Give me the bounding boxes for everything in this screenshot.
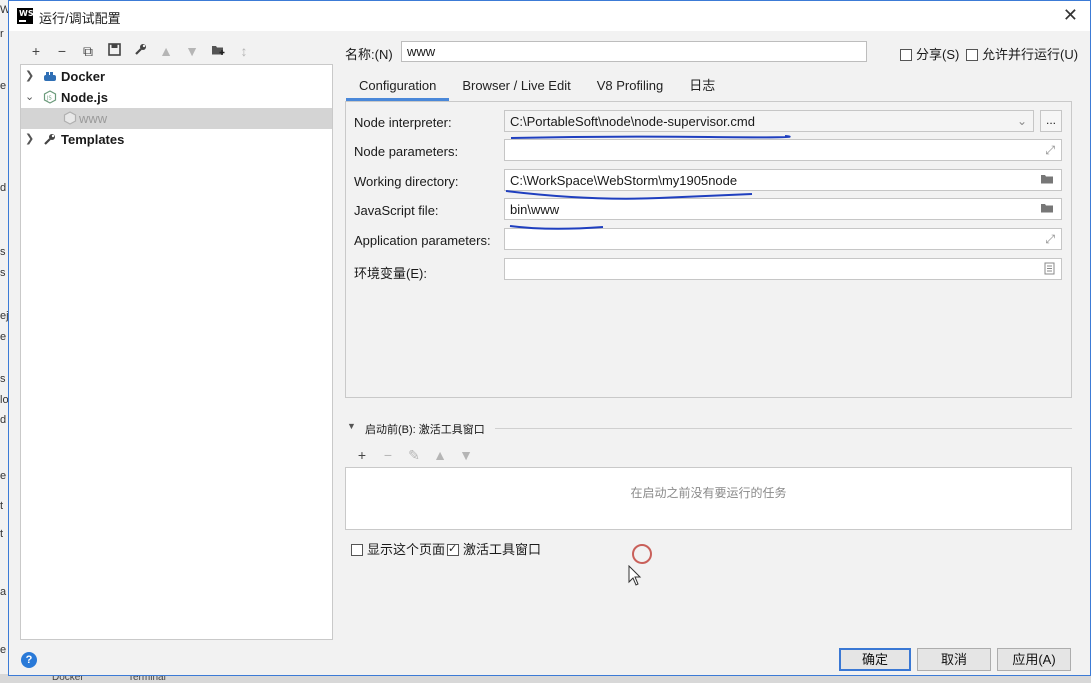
checkbox-icon[interactable]	[966, 49, 978, 61]
node-parameters-input[interactable]: ⤢	[504, 139, 1062, 161]
before-launch-task-list[interactable]: 在启动之前没有要运行的任务	[345, 467, 1072, 530]
activate-tool-window-checkbox[interactable]: 激活工具窗口	[447, 539, 541, 558]
chevron-down-icon[interactable]: ⌄	[1017, 114, 1027, 128]
empty-task-text: 在启动之前没有要运行的任务	[630, 486, 787, 500]
application-parameters-input[interactable]: ⤢	[504, 228, 1062, 250]
checkbox-icon[interactable]	[900, 49, 912, 61]
background-editor-edge: W r e d s s ej e s lo d e t t a e	[0, 0, 10, 683]
tab-v8-profiling[interactable]: V8 Profiling	[584, 73, 676, 101]
node-parameters-row: Node parameters: ⤢	[346, 139, 1071, 163]
tree-item-www[interactable]: www	[21, 108, 332, 129]
add-task-icon[interactable]: +	[349, 445, 375, 465]
node-parameters-label: Node parameters:	[354, 144, 459, 159]
application-parameters-label: Application parameters:	[354, 233, 491, 248]
svg-text:JS: JS	[46, 96, 52, 102]
expand-icon[interactable]: ⤢	[1045, 143, 1055, 158]
folder-icon[interactable]	[1040, 202, 1055, 214]
share-checkbox[interactable]: 分享(S)	[900, 44, 959, 63]
config-tabs: Configuration Browser / Live Edit V8 Pro…	[346, 73, 728, 101]
move-up-icon[interactable]: ▲	[153, 41, 179, 61]
checkbox-checked-icon[interactable]	[447, 542, 459, 556]
webstorm-logo-icon: WS	[17, 8, 34, 24]
node-interpreter-select[interactable]: C:\PortableSoft\node\node-supervisor.cmd…	[504, 110, 1034, 132]
expand-icon[interactable]: ⤢	[1045, 232, 1055, 247]
tree-item-label: Node.js	[61, 90, 108, 105]
tree-item-nodejs[interactable]: ⌄ JS Node.js	[21, 87, 332, 108]
config-name-input[interactable]: www	[401, 41, 867, 62]
apply-button[interactable]: 应用(A)	[997, 648, 1071, 671]
javascript-file-label: JavaScript file:	[354, 203, 439, 218]
node-interpreter-label: Node interpreter:	[354, 115, 452, 130]
environment-variables-row: 环境变量(E):	[346, 258, 1071, 282]
click-indicator-icon	[632, 544, 652, 564]
document-icon[interactable]	[1044, 262, 1055, 275]
working-directory-row: Working directory: C:\WorkSpace\WebStorm…	[346, 169, 1071, 193]
config-tree: ❯ Docker ⌄ JS Node.js www ❯ Templates	[20, 64, 333, 640]
configuration-form: Node interpreter: C:\PortableSoft\node\n…	[345, 101, 1072, 398]
folder-add-icon[interactable]	[205, 41, 231, 61]
ok-button[interactable]: 确定	[839, 648, 911, 671]
wrench-icon[interactable]	[127, 41, 153, 61]
edit-task-icon[interactable]: ✎	[401, 445, 427, 465]
config-toolbar: + − ⧉ ▲ ▼ ↕	[23, 41, 257, 61]
close-icon[interactable]: ✕	[1063, 5, 1078, 26]
tab-log[interactable]: 日志	[676, 73, 728, 101]
before-launch-header[interactable]: ▼ 启动前(B): 激活工具窗口	[347, 421, 1072, 437]
add-config-icon[interactable]: +	[23, 41, 49, 61]
chevron-right-icon[interactable]: ❯	[25, 129, 34, 150]
divider	[495, 428, 1072, 429]
chevron-right-icon[interactable]: ❯	[25, 66, 34, 87]
docker-icon	[44, 72, 56, 81]
remove-task-icon[interactable]: −	[375, 445, 401, 465]
help-icon[interactable]: ?	[21, 652, 37, 668]
chevron-down-icon[interactable]: ⌄	[25, 87, 34, 108]
checkbox-icon[interactable]	[351, 544, 363, 556]
show-page-checkbox[interactable]: 显示这个页面	[351, 539, 445, 558]
save-config-icon[interactable]	[101, 41, 127, 61]
mouse-cursor-icon	[628, 565, 642, 586]
folder-icon[interactable]	[1040, 173, 1055, 185]
remove-config-icon[interactable]: −	[49, 41, 75, 61]
tree-item-docker[interactable]: ❯ Docker	[21, 66, 332, 87]
cancel-button[interactable]: 取消	[917, 648, 991, 671]
titlebar: WS 运行/调试配置 ✕	[9, 1, 1090, 31]
tab-browser-live-edit[interactable]: Browser / Live Edit	[449, 73, 583, 101]
javascript-file-input[interactable]: bin\www	[504, 198, 1062, 220]
nodejs-config-icon	[63, 111, 77, 125]
working-directory-label: Working directory:	[354, 174, 459, 189]
javascript-file-row: JavaScript file: bin\www	[346, 198, 1071, 222]
working-directory-input[interactable]: C:\WorkSpace\WebStorm\my1905node	[504, 169, 1062, 191]
node-interpreter-row: Node interpreter: C:\PortableSoft\node\n…	[346, 110, 1071, 134]
wrench-icon	[44, 134, 55, 145]
tab-configuration[interactable]: Configuration	[346, 73, 450, 101]
before-launch-toolbar: + − ✎ ▲ ▼	[349, 445, 479, 465]
triangle-down-icon[interactable]: ▼	[347, 421, 356, 431]
move-up-icon[interactable]: ▲	[427, 445, 453, 465]
tree-item-label: www	[79, 111, 108, 126]
tree-item-templates[interactable]: ❯ Templates	[21, 129, 332, 150]
move-down-icon[interactable]: ▼	[453, 445, 479, 465]
name-label: 名称:(N)	[345, 47, 393, 62]
window-title: 运行/调试配置	[39, 11, 121, 26]
environment-variables-input[interactable]	[504, 258, 1062, 280]
run-debug-config-dialog: WS 运行/调试配置 ✕ + − ⧉ ▲ ▼ ↕ ❯ Docker ⌄ JS N…	[8, 0, 1091, 676]
environment-variables-label: 环境变量(E):	[354, 266, 427, 281]
tree-item-label: Docker	[61, 69, 106, 84]
move-down-icon[interactable]: ▼	[179, 41, 205, 61]
allow-parallel-checkbox[interactable]: 允许并行运行(U)	[966, 44, 1078, 63]
browse-interpreter-button[interactable]: ...	[1040, 110, 1062, 132]
before-launch-title: 启动前(B): 激活工具窗口	[365, 424, 485, 436]
nodejs-icon: JS	[43, 90, 57, 104]
copy-config-icon[interactable]: ⧉	[75, 41, 101, 61]
application-parameters-row: Application parameters: ⤢	[346, 228, 1071, 252]
sort-icon[interactable]: ↕	[231, 41, 257, 61]
tree-item-label: Templates	[61, 132, 125, 147]
